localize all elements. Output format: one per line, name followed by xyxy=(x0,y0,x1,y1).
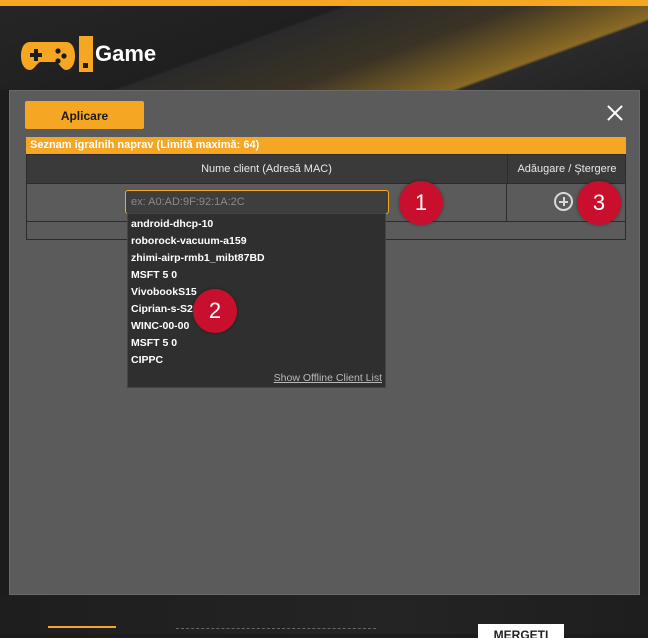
background-button: MERGETI xyxy=(478,624,564,638)
apply-button[interactable]: Aplicare xyxy=(25,101,144,129)
dropdown-item[interactable]: android-dhcp-10 xyxy=(131,216,213,233)
column-header-client: Nume client (Adresă MAC) xyxy=(201,163,332,175)
mac-address-input[interactable] xyxy=(125,190,389,214)
table-title: Seznam igralnih naprav (Limită maximă: 6… xyxy=(26,137,626,154)
show-offline-clients-link[interactable]: Show Offline Client List xyxy=(274,372,382,384)
background-accent-bar xyxy=(0,0,648,6)
game-devices-dialog: Aplicare Seznam igralnih naprav (Limită … xyxy=(9,90,640,595)
callout-marker-3: 3 xyxy=(577,181,621,225)
dropdown-item[interactable]: Ciprian-s-S23 xyxy=(131,301,199,318)
callout-marker-2: 2 xyxy=(193,289,237,333)
dropdown-item[interactable]: WINC-00-00 xyxy=(131,318,189,335)
plus-circle-icon[interactable] xyxy=(554,192,573,211)
dropdown-item[interactable]: MSFT 5 0 xyxy=(131,335,177,352)
background-logo xyxy=(48,626,116,636)
callout-marker-1: 1 xyxy=(399,181,443,225)
app-title: Game xyxy=(95,41,157,66)
dropdown-item[interactable]: CIPPC xyxy=(131,352,163,369)
dropdown-item[interactable]: roborock-vacuum-a159 xyxy=(131,233,247,250)
logo-bar xyxy=(79,36,93,72)
gamepad-icon xyxy=(21,42,75,70)
close-icon[interactable] xyxy=(607,105,623,121)
client-suggestions-dropdown: android-dhcp-10 roborock-vacuum-a159 zhi… xyxy=(127,213,386,388)
dropdown-item[interactable]: MSFT 5 0 xyxy=(131,267,177,284)
column-divider xyxy=(506,184,507,221)
dropdown-item[interactable]: zhimi-airp-rmb1_mibt87BD xyxy=(131,250,265,267)
table-header-row: Nume client (Adresă MAC) Adăugare / Şter… xyxy=(27,155,625,183)
dropdown-item[interactable]: VivobookS15 xyxy=(131,284,197,301)
column-header-actions: Adăugare / Ştergere xyxy=(507,155,626,183)
app-header: Game xyxy=(20,36,156,72)
